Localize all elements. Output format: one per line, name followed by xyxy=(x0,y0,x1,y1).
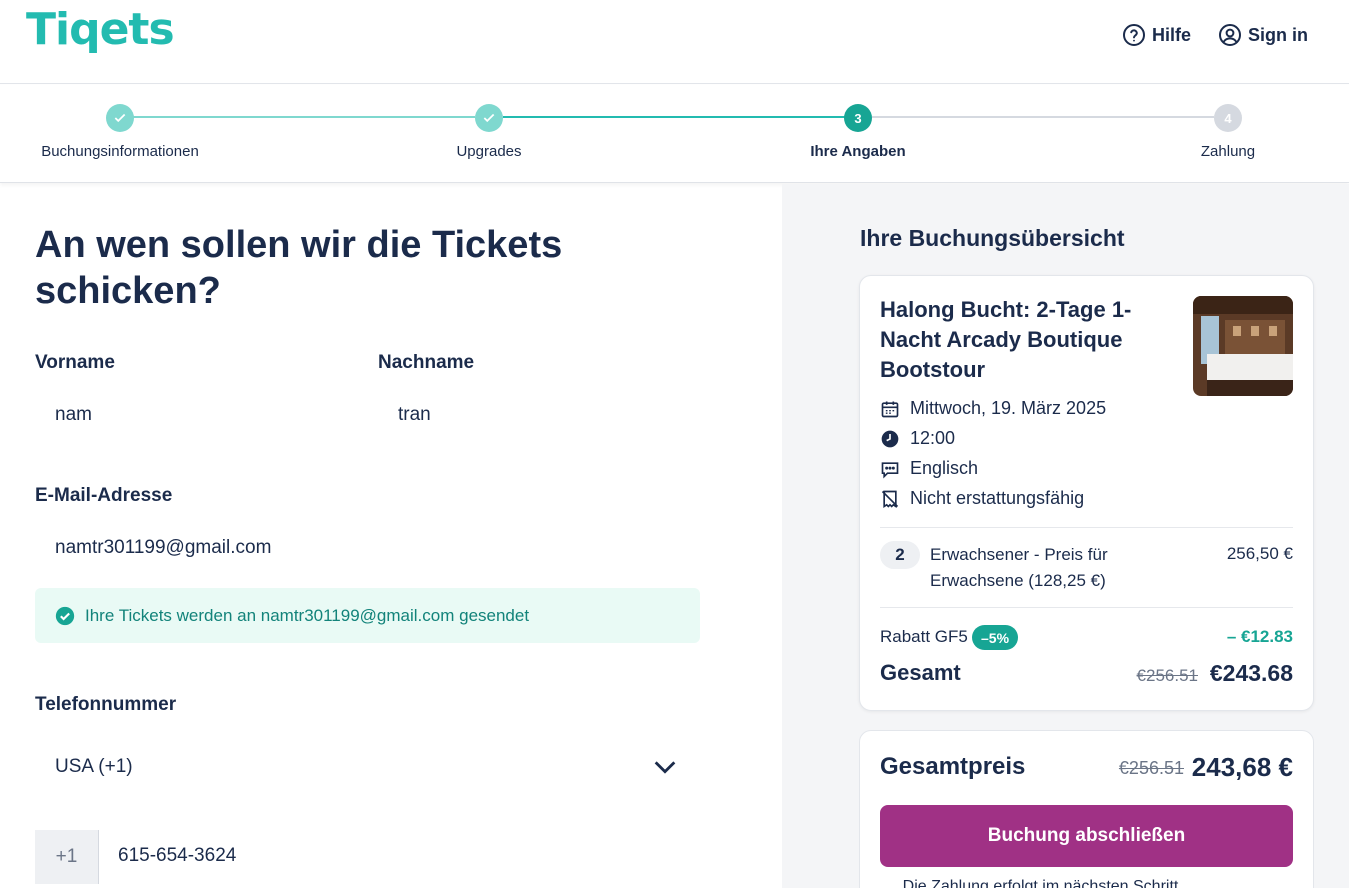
payment-note-text: Die Zahlung erfolgt im nächsten Schritt xyxy=(902,878,1179,888)
email-input[interactable]: namtr301199@gmail.com xyxy=(55,537,271,559)
step-connector-3 xyxy=(872,116,1214,118)
help-link[interactable]: Hilfe xyxy=(1122,22,1191,48)
step-label-payment: Zahlung xyxy=(1200,143,1256,160)
last-name-label: Nachname xyxy=(378,352,475,373)
help-label: Hilfe xyxy=(1152,24,1192,45)
discount-label: Rabatt GF5 xyxy=(880,627,968,646)
step-dot-booking-info[interactable] xyxy=(106,104,134,132)
sign-in-label: Sign in xyxy=(1248,24,1308,45)
email-notice: Ihre Tickets werden an namtr301199@gmail… xyxy=(35,588,700,643)
last-name-input[interactable]: tran xyxy=(398,404,431,426)
calendar-icon xyxy=(881,401,899,417)
sign-in-link[interactable]: Sign in xyxy=(1218,22,1308,48)
discount-badge: –5% xyxy=(972,625,1019,650)
cabin-photo-icon xyxy=(1193,296,1293,396)
phone-prefix: +1 xyxy=(35,830,99,884)
ticket-price: 256,50 € xyxy=(1226,544,1293,563)
ticket-quantity: 2 xyxy=(880,541,920,569)
discount-amount: – €12.83 xyxy=(1226,627,1293,646)
total-price: €243.68 xyxy=(1209,660,1293,686)
time-text: 12:00 xyxy=(910,428,956,448)
check-icon xyxy=(114,113,126,123)
grand-total-label: Gesamtpreis xyxy=(880,753,1026,780)
top-header: Tiqets Hilfe Sign in xyxy=(0,0,1349,84)
check-icon xyxy=(483,113,495,123)
page-title: An wen sollen wir die Tickets schicken? xyxy=(35,224,563,312)
grand-total-original: €256.51 xyxy=(1118,758,1184,778)
no-refund-icon xyxy=(881,490,899,508)
first-name-label: Vorname xyxy=(35,352,115,373)
grand-total-price: 243,68 € xyxy=(1191,752,1293,782)
ticket-description: Erwachsener - Preis für Erwachsene (128,… xyxy=(930,545,1108,590)
email-label: E-Mail-Adresse xyxy=(35,485,173,506)
language-text: Englisch xyxy=(910,458,979,478)
step-label-upgrades[interactable]: Upgrades xyxy=(456,143,521,160)
clock-icon xyxy=(881,430,899,447)
phone-label: Telefonnummer xyxy=(35,694,177,715)
step-connector-2 xyxy=(503,116,845,118)
country-code-select[interactable]: USA (+1) xyxy=(35,745,695,789)
email-notice-text: Ihre Tickets werden an namtr301199@gmail… xyxy=(85,605,530,625)
step-connector-1 xyxy=(133,116,475,118)
date-text: Mittwoch, 19. März 2025 xyxy=(910,398,1107,418)
date-row: Mittwoch, 19. März 2025 xyxy=(880,398,1106,419)
product-title: Halong Bucht: 2-Tage 1-Nacht Arcady Bout… xyxy=(880,297,1132,382)
check-circle-icon xyxy=(55,606,75,625)
step-dot-upgrades[interactable] xyxy=(475,104,503,132)
step-label-booking-info[interactable]: Buchungsinformationen xyxy=(41,143,199,160)
step-label-your-details: Ihre Angaben xyxy=(810,143,906,160)
step-dot-payment: 4 xyxy=(1214,104,1242,132)
total-original-price: €256.51 xyxy=(1136,666,1198,685)
country-code-value: USA (+1) xyxy=(55,756,133,777)
total-label: Gesamt xyxy=(880,660,961,685)
payment-note: Die Zahlung erfolgt im nächsten Schritt xyxy=(0,878,1349,888)
question-circle-icon xyxy=(1123,24,1145,46)
summary-divider-1 xyxy=(880,527,1293,528)
time-row: 12:00 xyxy=(880,428,955,449)
refund-row: Nicht erstattungsfähig xyxy=(880,488,1084,509)
summary-divider-2 xyxy=(880,607,1293,608)
refund-text: Nicht erstattungsfähig xyxy=(910,488,1085,508)
user-circle-icon xyxy=(1219,24,1241,46)
complete-booking-button[interactable]: Buchung abschließen xyxy=(880,805,1293,867)
summary-title: Ihre Buchungsübersicht xyxy=(860,225,1125,251)
progress-stepper: 3 4 Buchungsinformationen Upgrades Ihre … xyxy=(0,85,1349,183)
chevron-down-icon xyxy=(654,761,676,774)
language-row: Englisch xyxy=(880,458,978,479)
first-name-input[interactable]: nam xyxy=(55,404,92,426)
product-image xyxy=(1193,296,1293,396)
tiqets-logo[interactable]: Tiqets xyxy=(26,4,175,55)
chat-bubble-icon xyxy=(881,461,899,479)
step-dot-your-details: 3 xyxy=(844,104,872,132)
phone-input[interactable]: 615-654-3624 xyxy=(118,845,236,867)
